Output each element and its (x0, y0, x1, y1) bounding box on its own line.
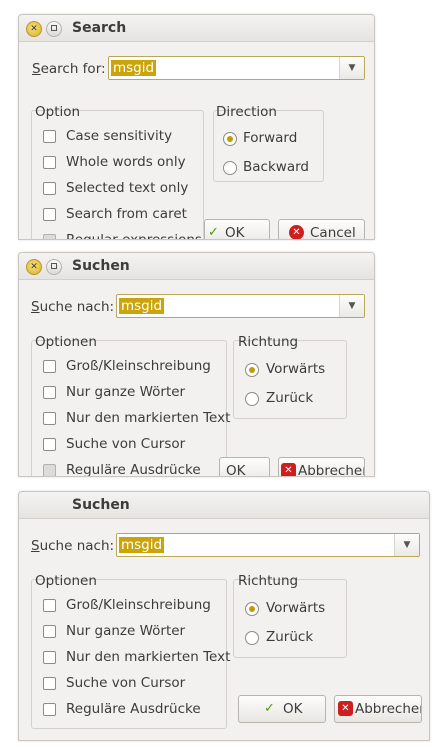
direction-group-label: Richtung (238, 334, 299, 350)
cancel-icon: ✕ (338, 701, 353, 716)
radio-button[interactable] (245, 363, 259, 377)
ok-button[interactable]: OK (219, 457, 270, 476)
checkbox[interactable] (43, 234, 56, 239)
chevron-down-icon[interactable]: ▼ (339, 295, 364, 317)
direction-group: Direction Forward Backward (213, 104, 324, 182)
search-label: Suche nach: (31, 299, 115, 315)
options-group: Optionen Groß/Kleinschreibung Nur ganze … (31, 573, 230, 729)
chevron-down-icon[interactable]: ▼ (339, 57, 364, 79)
radio-button[interactable] (245, 631, 259, 645)
checkmark-icon: ✓ (208, 225, 219, 240)
checkbox[interactable] (43, 464, 56, 476)
cancel-button[interactable]: ✕ Abbrechen (278, 457, 365, 476)
search-input[interactable]: msgid ▼ (108, 56, 365, 80)
radio-button[interactable] (245, 602, 259, 616)
cancel-icon: ✕ (289, 225, 304, 239)
search-input[interactable]: msgid ▼ (116, 533, 420, 557)
search-input[interactable]: msgid ▼ (116, 294, 365, 318)
cancel-button[interactable]: ✕ Cancel (278, 219, 365, 239)
checkbox[interactable] (43, 208, 56, 221)
title-bar: ✕ Search (19, 15, 374, 42)
checkbox[interactable] (43, 412, 56, 425)
window-title: Search (72, 20, 127, 36)
title-bar: ✕ Suchen (19, 253, 374, 280)
checkbox[interactable] (43, 156, 56, 169)
checkbox[interactable] (43, 625, 56, 638)
direction-group: Richtung Vorwärts Zurück (233, 573, 347, 658)
maximize-icon[interactable] (46, 21, 62, 37)
search-value: msgid (119, 298, 165, 314)
ok-button[interactable]: ✓ OK (238, 695, 326, 723)
checkbox[interactable] (43, 130, 56, 143)
search-dialog-german: Suchen Suche nach: msgid ▼ Optionen Groß… (18, 491, 430, 741)
direction-group-label: Richtung (238, 573, 299, 589)
ok-button[interactable]: ✓ OK (204, 219, 270, 240)
direction-group: Richtung Vorwärts Zurück (233, 334, 347, 419)
checkbox[interactable] (43, 438, 56, 451)
options-group: Option Case sensitivity Whole words only… (31, 104, 204, 239)
search-dialog-english: ✕ Search Search for: msgid ▼ Option Case… (18, 14, 375, 240)
radio-button[interactable] (223, 161, 237, 175)
checkbox[interactable] (43, 651, 56, 664)
checkbox[interactable] (43, 360, 56, 373)
window-title: Suchen (72, 497, 130, 513)
close-icon[interactable]: ✕ (26, 21, 42, 37)
checkbox[interactable] (43, 703, 56, 716)
options-group-label: Optionen (35, 334, 97, 350)
radio-button[interactable] (245, 392, 259, 406)
search-value: msgid (111, 60, 157, 76)
close-icon[interactable]: ✕ (26, 259, 42, 275)
search-label: Search for: (32, 61, 106, 77)
window-title: Suchen (72, 258, 130, 274)
checkbox[interactable] (43, 677, 56, 690)
title-bar: Suchen (19, 492, 429, 519)
search-value: msgid (119, 537, 165, 553)
cancel-button[interactable]: ✕ Abbrechen (334, 695, 422, 723)
options-group-label: Optionen (35, 573, 97, 589)
checkbox[interactable] (43, 599, 56, 612)
options-group: Optionen Groß/Kleinschreibung Nur ganze … (31, 334, 230, 476)
maximize-icon[interactable] (46, 259, 62, 275)
chevron-down-icon[interactable]: ▼ (394, 534, 419, 556)
checkbox[interactable] (43, 386, 56, 399)
checkbox[interactable] (43, 182, 56, 195)
direction-group-label: Direction (216, 104, 277, 120)
cancel-icon: ✕ (281, 463, 296, 476)
search-dialog-german-clipped: ✕ Suchen Suche nach: msgid ▼ Optionen Gr… (18, 252, 375, 477)
checkmark-icon: ✓ (264, 701, 275, 716)
radio-button[interactable] (223, 132, 237, 146)
options-group-label: Option (35, 104, 81, 120)
search-label: Suche nach: (31, 538, 115, 554)
